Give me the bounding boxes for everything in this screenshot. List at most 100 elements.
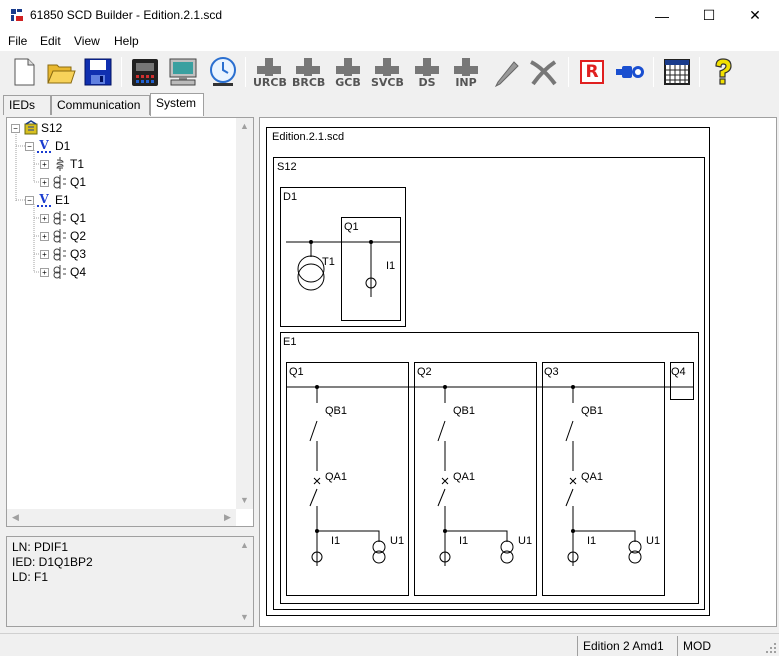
transformer-icon — [56, 157, 64, 171]
add-ds-button[interactable]: DS — [411, 56, 443, 88]
expand-icon[interactable]: + — [40, 177, 49, 187]
tree-item-e1[interactable]: − V E1 — [25, 191, 70, 209]
minimize-icon: — — [655, 7, 669, 24]
scroll-up-icon[interactable]: ▲ — [236, 537, 253, 554]
open-folder-icon[interactable] — [45, 56, 77, 88]
diagram-canvas[interactable]: Edition.2.1.scd S12 D1 Q1 T1 I1 E1 Q1 QB… — [260, 118, 776, 626]
info-ln: LN: PDIF1 — [12, 540, 69, 554]
minimize-button[interactable]: — — [639, 0, 685, 31]
new-file-icon[interactable] — [8, 56, 40, 88]
toolbar: URCB BRCB GCB SVCB DS INP R — [0, 51, 779, 93]
help-button[interactable] — [707, 56, 739, 88]
tree-item-d1[interactable]: − V D1 — [25, 137, 70, 155]
add-urcb-button[interactable]: URCB — [253, 56, 287, 88]
grid-table-icon[interactable] — [661, 56, 693, 88]
resize-grip-icon[interactable] — [765, 642, 777, 654]
scroll-left-icon[interactable]: ◀ — [7, 509, 24, 526]
ct-i1-label: I1 — [459, 535, 468, 547]
bay-icon — [53, 229, 66, 243]
qa1-label: QA1 — [453, 471, 475, 483]
expand-icon[interactable]: + — [40, 231, 49, 241]
tab-system[interactable]: System — [150, 93, 204, 116]
tree-item-label: Q3 — [70, 247, 87, 261]
tab-communication[interactable]: Communication — [51, 95, 150, 115]
maximize-icon: ☐ — [702, 7, 716, 23]
expand-icon[interactable]: + — [40, 267, 49, 277]
tree-item-e1-q1[interactable]: + Q1 — [40, 209, 86, 227]
expand-icon[interactable]: + — [40, 159, 49, 169]
save-disk-icon[interactable] — [82, 56, 114, 88]
bay-e1-q3[interactable] — [542, 362, 665, 596]
breaker-qa1[interactable] — [437, 488, 446, 507]
add-gcb-button[interactable]: GCB — [332, 56, 364, 88]
pencil-icon[interactable] — [490, 56, 522, 88]
close-button[interactable]: ✕ — [732, 0, 778, 31]
voltage-level-d1[interactable] — [280, 187, 406, 327]
scroll-down-icon[interactable]: ▼ — [236, 609, 253, 626]
ct-i1-label: I1 — [587, 535, 596, 547]
transformer-t1-label: T1 — [322, 256, 335, 268]
tree-item-label: Q1 — [70, 175, 87, 189]
status-mode: MOD — [677, 636, 763, 656]
bay-q1-equipment — [309, 387, 386, 566]
bay-icon — [53, 175, 66, 189]
voltage-level-e1-label: E1 — [283, 336, 296, 348]
qb1-label: QB1 — [325, 405, 347, 417]
vt-u1-label: U1 — [518, 535, 532, 547]
collapse-icon[interactable]: − — [25, 141, 34, 151]
scroll-down-icon[interactable]: ▼ — [236, 492, 253, 509]
ds-label: DS — [418, 76, 436, 89]
menu-view[interactable]: View — [74, 34, 100, 48]
tree-horizontal-scrollbar[interactable]: ◀ ▶ — [7, 509, 236, 526]
substation-label: S12 — [277, 161, 297, 173]
tree-item-t1[interactable]: + T1 — [40, 155, 84, 173]
disconnector-qb1[interactable] — [437, 420, 446, 442]
app-icon — [11, 9, 23, 21]
disconnector-qb1[interactable] — [309, 420, 318, 442]
connector-icon[interactable] — [614, 56, 646, 88]
bay-icon — [53, 265, 66, 279]
menu-file[interactable]: File — [8, 34, 27, 48]
collapse-icon[interactable]: − — [25, 195, 34, 205]
r-button[interactable]: R — [576, 56, 608, 88]
tree-item-e1-q3[interactable]: + Q3 — [40, 245, 86, 263]
breaker-qa1[interactable] — [565, 488, 574, 507]
tree-item-s12[interactable]: − S12 — [11, 119, 62, 137]
system-tree: − S12 − V D1 + T1 + Q1 − V E1 + Q1 + Q2 … — [6, 117, 254, 527]
add-inp-button[interactable]: INP — [450, 56, 482, 88]
scroll-up-icon[interactable]: ▲ — [236, 118, 253, 135]
bay-e1-q1[interactable] — [286, 362, 409, 596]
bay-q2-label: Q2 — [417, 366, 432, 378]
bay-q3-equipment — [565, 387, 642, 566]
tree-vertical-scrollbar[interactable]: ▲ ▼ — [236, 118, 253, 509]
disconnector-qb1[interactable] — [565, 420, 574, 442]
bay-d1-q1-label: Q1 — [344, 221, 359, 233]
menu-edit[interactable]: Edit — [40, 34, 61, 48]
tree-item-e1-q2[interactable]: + Q2 — [40, 227, 86, 245]
qa1-label: QA1 — [325, 471, 347, 483]
ied-device-icon[interactable] — [129, 56, 161, 88]
collapse-icon[interactable]: − — [11, 123, 20, 133]
add-brcb-button[interactable]: BRCB — [292, 56, 326, 89]
info-vertical-scrollbar[interactable]: ▲ ▼ — [236, 537, 253, 626]
vt-u1-label: U1 — [390, 535, 404, 547]
computer-icon[interactable] — [167, 56, 199, 88]
brcb-label: BRCB — [292, 76, 326, 89]
bay-e1-q2[interactable] — [414, 362, 537, 596]
scroll-right-icon[interactable]: ▶ — [219, 509, 236, 526]
maximize-button[interactable]: ☐ — [686, 0, 732, 31]
transformer-t1[interactable] — [297, 255, 325, 283]
breaker-qa1[interactable] — [309, 488, 318, 507]
menu-help[interactable]: Help — [114, 34, 139, 48]
ct-d1-i1-label: I1 — [386, 260, 395, 272]
expand-icon[interactable]: + — [40, 213, 49, 223]
inp-label: INP — [455, 76, 477, 89]
tree-item-d1-q1[interactable]: + Q1 — [40, 173, 86, 191]
expand-icon[interactable]: + — [40, 249, 49, 259]
delete-cross-icon[interactable] — [527, 56, 559, 88]
clock-icon[interactable] — [207, 56, 239, 88]
tab-ieds[interactable]: IEDs — [3, 95, 51, 115]
add-svcb-button[interactable]: SVCB — [371, 56, 404, 88]
tree-item-label: E1 — [55, 193, 70, 207]
tree-item-e1-q4[interactable]: + Q4 — [40, 263, 86, 281]
